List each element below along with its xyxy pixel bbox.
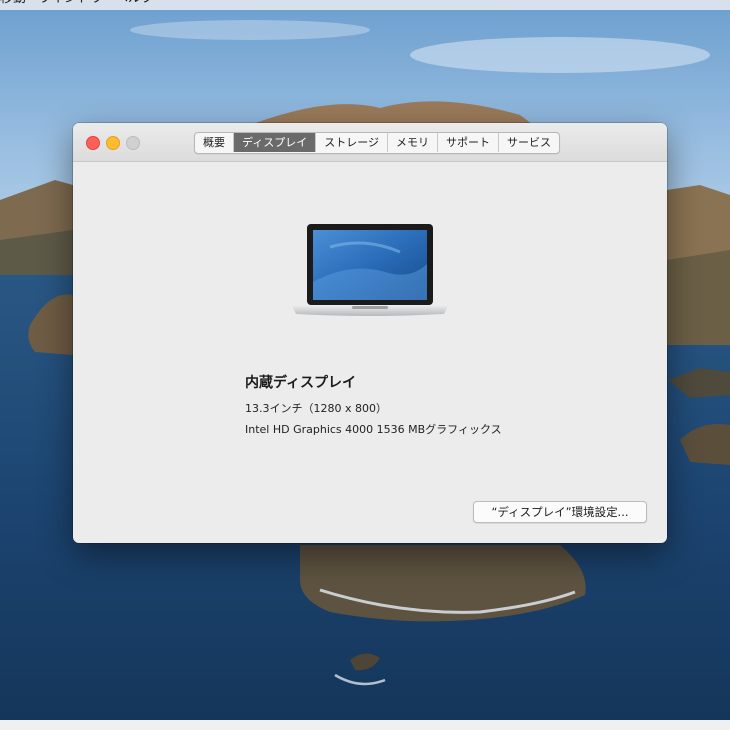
display-size: 13.3インチ（1280 x 800）	[245, 402, 387, 415]
about-this-mac-window: 概要 ディスプレイ ストレージ メモリ サポート サービス 内蔵ディスプレイ 1…	[73, 123, 667, 543]
display-info: 内蔵ディスプレイ 13.3インチ（1280 x 800） Intel HD Gr…	[245, 373, 502, 444]
window-titlebar[interactable]: 概要 ディスプレイ ストレージ メモリ サポート サービス	[73, 123, 667, 162]
tab-storage[interactable]: ストレージ	[316, 133, 389, 152]
tab-service[interactable]: サービス	[499, 133, 559, 152]
display-graphics: Intel HD Graphics 4000 1536 MBグラフィックス	[245, 423, 502, 436]
tab-overview[interactable]: 概要	[195, 133, 234, 152]
menu-help[interactable]: ヘルプ	[115, 0, 166, 8]
tab-memory[interactable]: メモリ	[388, 133, 439, 152]
menu-bar: 移動 ウインドウ ヘルプ	[0, 0, 730, 10]
close-button[interactable]	[86, 136, 100, 150]
tab-support[interactable]: サポート	[438, 133, 500, 152]
tab-displays[interactable]: ディスプレイ	[234, 133, 317, 152]
macbook-display-icon	[292, 224, 448, 316]
zoom-button-disabled	[126, 136, 140, 150]
tab-bar: 概要 ディスプレイ ストレージ メモリ サポート サービス	[194, 132, 561, 154]
minimize-button[interactable]	[106, 136, 120, 150]
display-preferences-button[interactable]: “ディスプレイ”環境設定...	[473, 501, 647, 523]
menu-window[interactable]: ウインドウ	[38, 0, 115, 8]
menu-go[interactable]: 移動	[0, 0, 38, 8]
display-title: 内蔵ディスプレイ	[245, 375, 357, 391]
